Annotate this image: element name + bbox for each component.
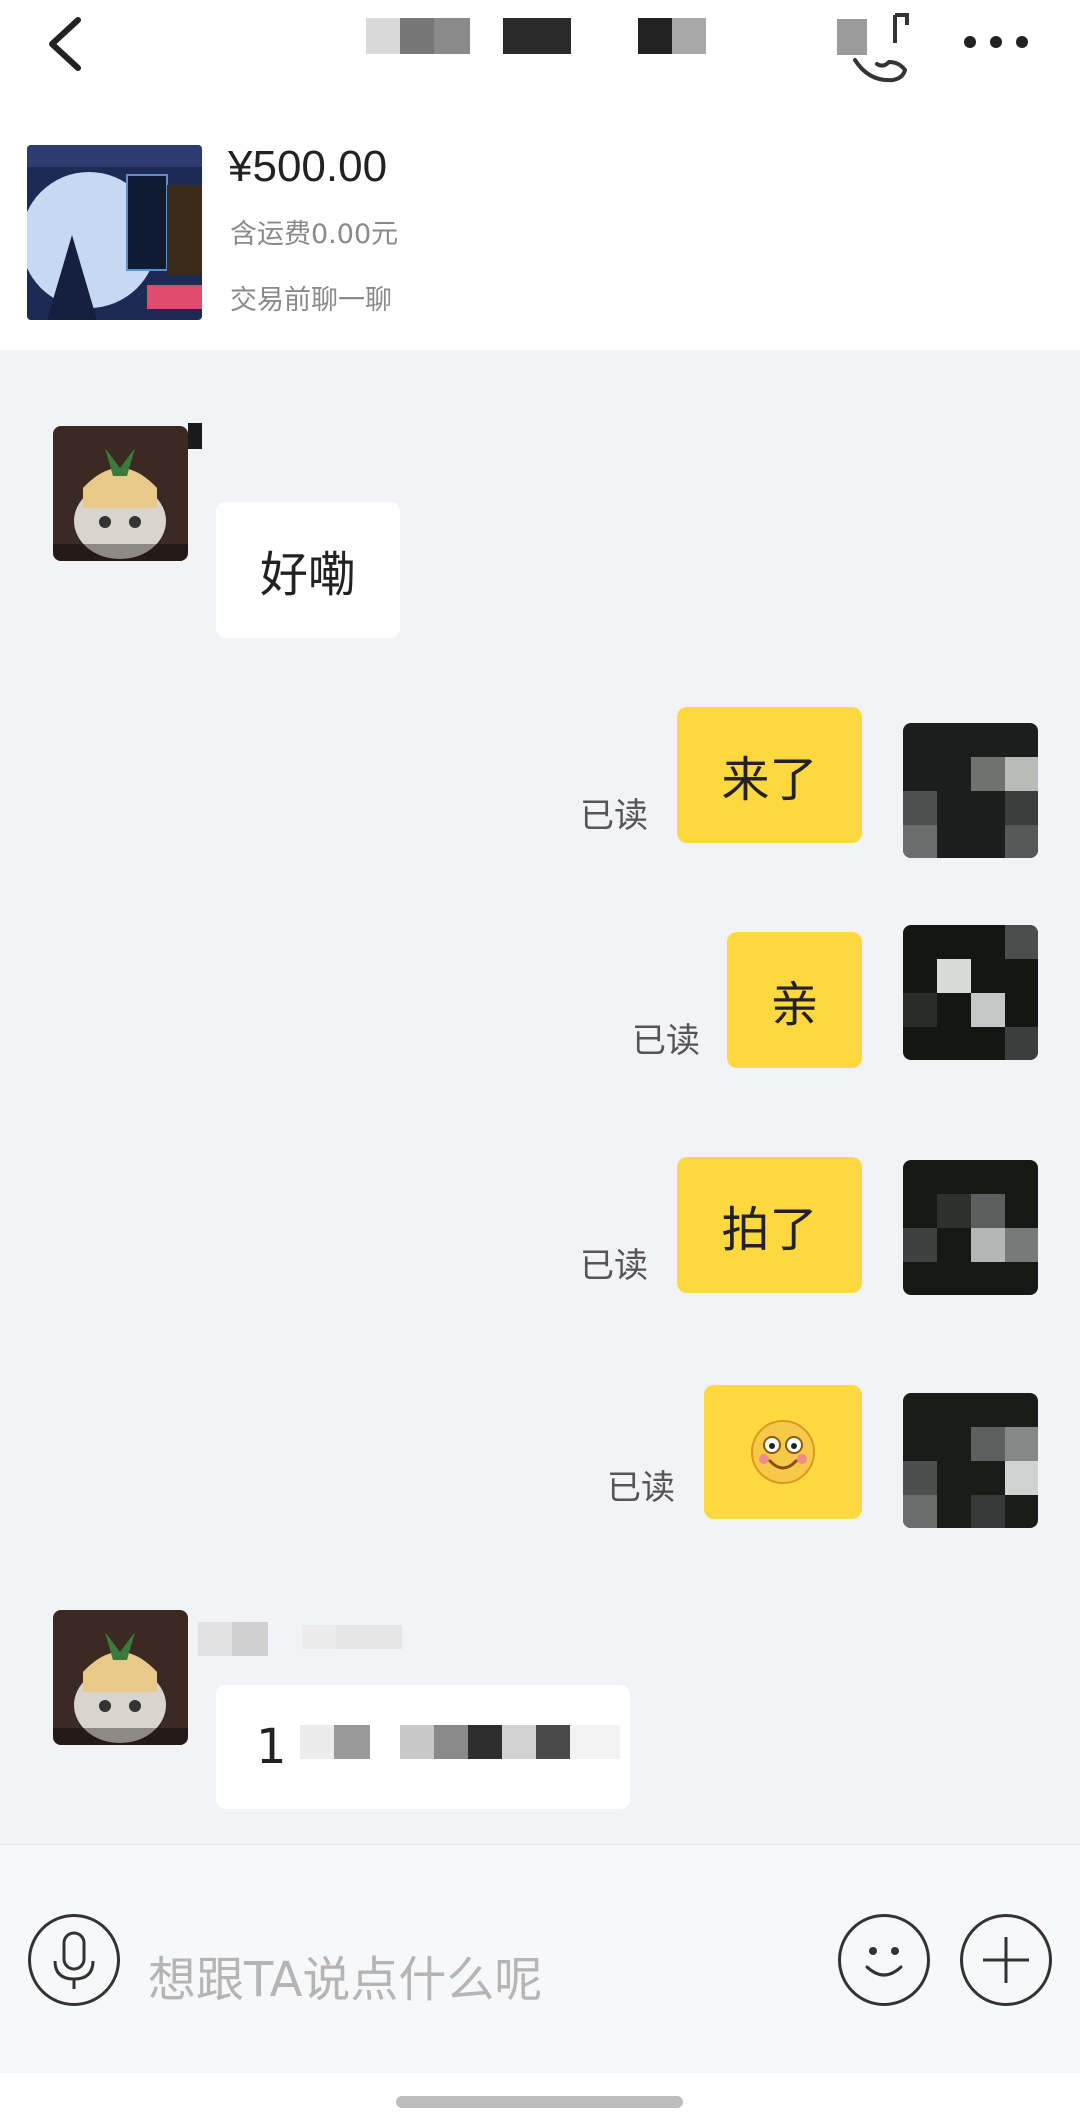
shipping-fee: 含运费0.00元: [230, 219, 399, 250]
smiley-icon: [865, 1947, 903, 1977]
read-status: 已读: [580, 1246, 648, 1286]
message-bubble-right[interactable]: 亲: [727, 932, 862, 1068]
chat-before-trade-note: 交易前聊一聊: [230, 285, 392, 316]
message-bubble-left[interactable]: 好嘞: [216, 502, 400, 638]
read-status: 已读: [607, 1468, 675, 1508]
more-actions-button[interactable]: [960, 1914, 1052, 2006]
message-input[interactable]: 想跟TA说点什么呢: [148, 1940, 542, 2010]
smiling-face-emoji: [751, 1420, 815, 1484]
product-thumbnail[interactable]: [27, 145, 202, 320]
message-bubble-right[interactable]: 来了: [677, 707, 862, 843]
product-price: ¥500.00: [228, 142, 388, 191]
avatar-self-redacted[interactable]: [903, 925, 1038, 1060]
message-bubble-right[interactable]: 拍了: [677, 1157, 862, 1293]
read-status: 已读: [580, 796, 648, 836]
sender-name-redacted: [188, 423, 202, 449]
plus-icon: [983, 1937, 1029, 1983]
read-status: 已读: [632, 1021, 700, 1061]
avatar-self-redacted[interactable]: [903, 1393, 1038, 1528]
message-text-visible-prefix: 1: [256, 1719, 287, 1775]
voice-button[interactable]: [28, 1914, 120, 2006]
home-indicator[interactable]: [396, 2096, 683, 2108]
avatar-seller[interactable]: [53, 426, 188, 561]
emoji-button[interactable]: [838, 1914, 930, 2006]
avatar-self-redacted[interactable]: [903, 723, 1038, 858]
back-button[interactable]: [36, 10, 96, 78]
avatar-seller[interactable]: [53, 1610, 188, 1745]
more-dots-icon[interactable]: [960, 30, 1032, 54]
avatar-self-redacted[interactable]: [903, 1160, 1038, 1295]
microphone-icon: [53, 1931, 95, 1989]
message-bubble-right[interactable]: [704, 1385, 862, 1519]
call-icon[interactable]: [835, 5, 925, 85]
